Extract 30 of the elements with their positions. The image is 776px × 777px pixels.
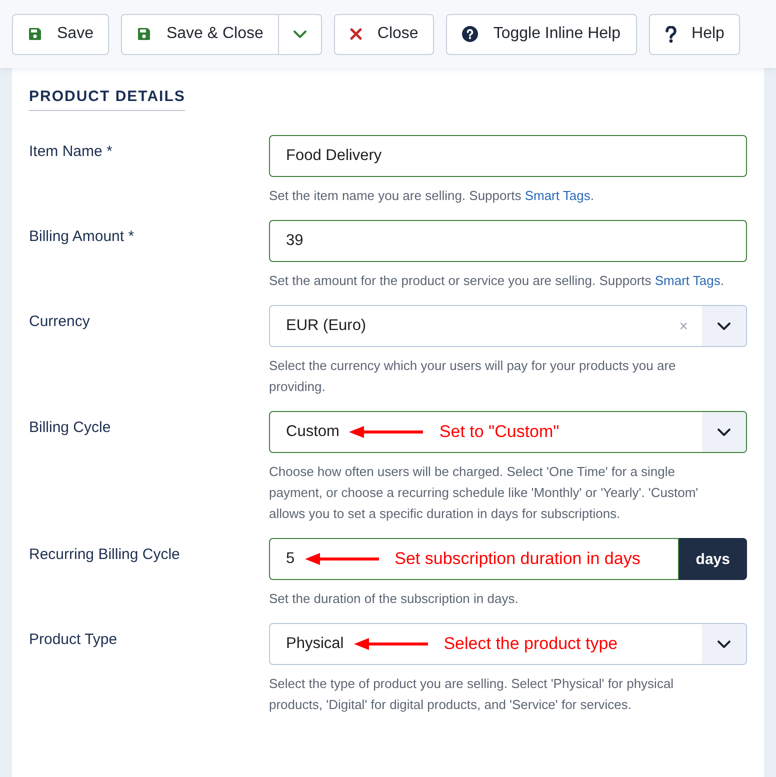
annotation-text: Set subscription duration in days (394, 549, 640, 569)
annotation-text: Set to "Custom" (439, 422, 560, 442)
annotation-text: Select the product type (444, 634, 618, 654)
text-field[interactable]: Food Delivery (269, 135, 747, 177)
save-close-button[interactable]: Save & Close (121, 14, 280, 54)
field-label: Currency (29, 312, 91, 332)
help-text: Choose how often users will be charged. Select 'One Time' for a single payment, or choose a recurring schedule like 'Monthly' or 'Yearly'. 'Custom' allows you to set a specific duration in days for subscriptions. (269, 463, 700, 523)
toolbar-button[interactable]: Help (648, 14, 740, 54)
select-field[interactable]: EUR (Euro) × (269, 305, 747, 347)
help-text: Set the amount for the product or service you are selling. Supports Smart Tags. (269, 272, 726, 290)
text-field[interactable]: 39 (269, 220, 747, 262)
toolbar-button[interactable]: Save (12, 14, 110, 54)
help-text: Set the item name you are selling. Supports Smart Tags. (269, 187, 595, 205)
field-label: Billing Amount * (29, 227, 136, 247)
help-text: Select the currency which your users will pay for your products you are providing. (269, 357, 677, 396)
smart-tags-link[interactable]: Smart Tags (654, 273, 720, 288)
field-label: Recurring Billing Cycle (29, 545, 181, 565)
select-field[interactable]: Physical Select the product type (269, 623, 747, 665)
toolbar-button[interactable]: Toggle Inline Help (446, 14, 637, 54)
toolbar-button[interactable]: Close (334, 14, 434, 54)
unit-addon: days (678, 538, 747, 580)
section-heading: PRODUCT DETAILS (29, 88, 186, 111)
help-text: Select the type of product you are selling. Select 'Physical' for physical products, 'Digital' for digital products, and 'Service' for services. (269, 675, 675, 714)
field-label: Item Name * (29, 142, 114, 162)
select-field[interactable]: Custom Set to "Custom" (269, 411, 747, 453)
field-label: Product Type (29, 630, 118, 650)
field-label: Billing Cycle (29, 418, 112, 438)
text-field[interactable]: 5 Set subscription duration in days (269, 538, 679, 580)
help-text: Set the duration of the subscription in days. (269, 590, 520, 608)
smart-tags-link[interactable]: Smart Tags (524, 188, 590, 203)
